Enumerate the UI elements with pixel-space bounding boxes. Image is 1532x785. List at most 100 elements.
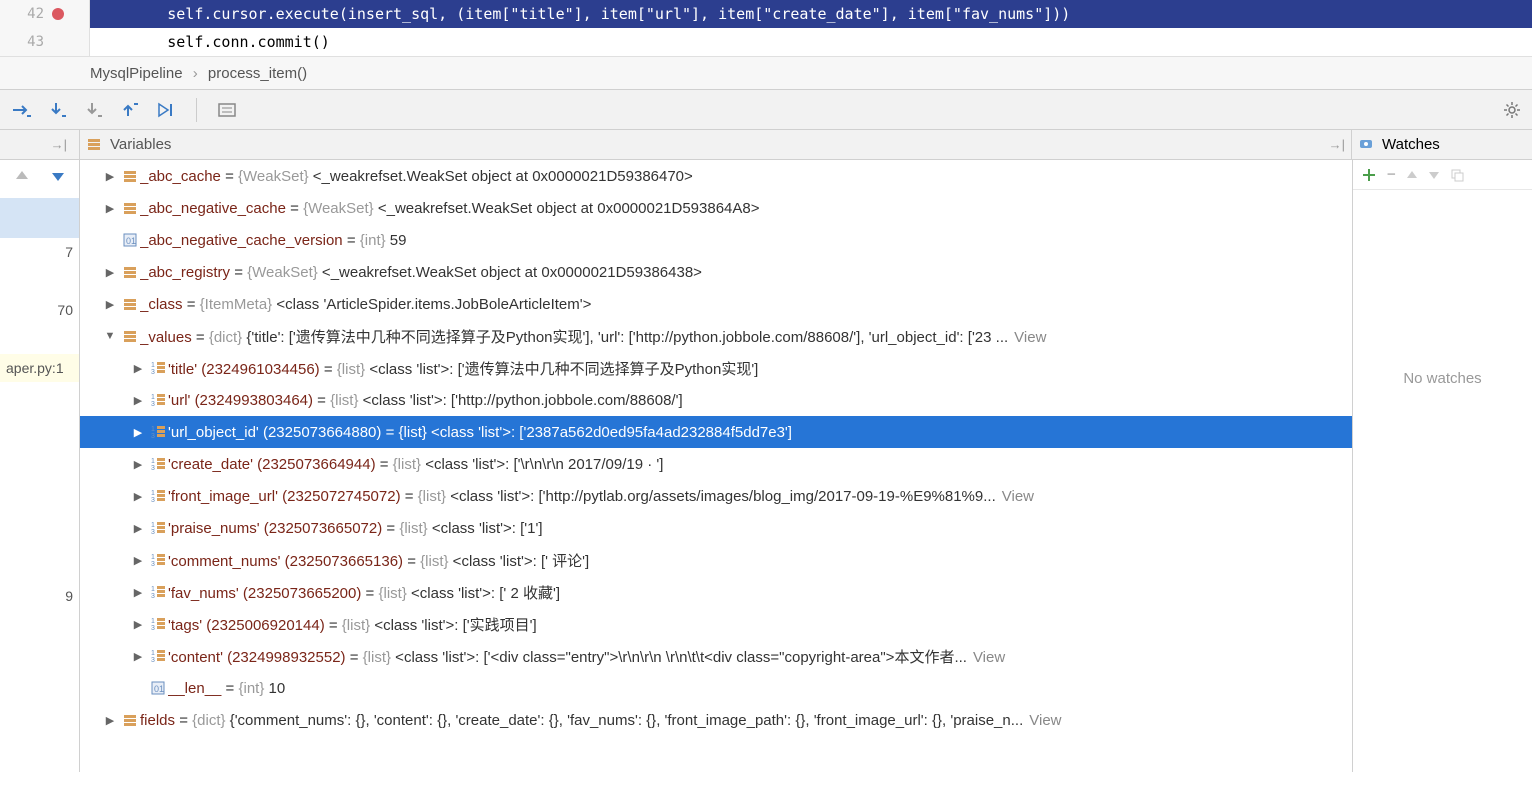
variable-eq: = [183, 296, 200, 313]
view-link[interactable]: View [973, 649, 1005, 666]
variable-value: <class 'list'>: ['\r\n\r\n 2017/09/19 · … [421, 456, 663, 473]
variable-row[interactable]: ▶_class = {ItemMeta} <class 'ArticleSpid… [80, 288, 1352, 320]
frame-item[interactable] [0, 198, 79, 238]
variable-type: {int} [239, 680, 265, 697]
expand-arrow-icon[interactable]: ▶ [100, 298, 120, 311]
variable-row[interactable]: ▶13'fav_nums' (2325073665200) = {list} <… [80, 576, 1352, 608]
expand-arrow-icon[interactable]: ▶ [100, 202, 120, 215]
copy-watch-icon[interactable] [1450, 168, 1464, 182]
variable-value: <class 'ArticleSpider.items.JobBoleArtic… [272, 296, 591, 313]
variable-eq: = [221, 680, 238, 697]
variable-row[interactable]: ▶13'tags' (2325006920144) = {list} <clas… [80, 608, 1352, 640]
frames-header-stub: →| [0, 130, 80, 159]
variable-row[interactable]: ▶_abc_cache = {WeakSet} <_weakrefset.Wea… [80, 160, 1352, 192]
expand-arrow-icon[interactable]: ▶ [128, 554, 148, 567]
expand-arrow-icon[interactable]: ▶ [100, 266, 120, 279]
variable-row[interactable]: 01__len__ = {int} 10 [80, 672, 1352, 704]
variables-icon [86, 136, 104, 154]
expand-arrow-icon[interactable]: ▶ [128, 362, 148, 375]
evaluate-expression-icon[interactable] [215, 98, 239, 122]
frame-item[interactable] [0, 324, 79, 354]
svg-text:1: 1 [151, 426, 155, 433]
expand-arrow-icon[interactable]: ▶ [128, 490, 148, 503]
variable-row[interactable]: ▶13'create_date' (2325073664944) = {list… [80, 448, 1352, 480]
variable-name: _abc_cache [140, 168, 221, 185]
frame-up-icon[interactable] [14, 168, 30, 184]
variable-name: _values [140, 329, 192, 346]
run-to-cursor-icon[interactable] [154, 98, 178, 122]
expand-arrow-icon[interactable]: ▶ [128, 618, 148, 631]
variable-value: <class 'list'>: [' 评论'] [449, 553, 590, 570]
svg-text:3: 3 [151, 593, 155, 600]
watch-up-icon[interactable] [1406, 169, 1418, 181]
watches-panel-header[interactable]: Watches [1352, 130, 1532, 159]
breadcrumb[interactable]: MysqlPipeline › process_item() [0, 56, 1532, 90]
variable-type: {ItemMeta} [200, 296, 273, 313]
frame-item[interactable] [0, 266, 79, 296]
code-line-current[interactable]: self.cursor.execute(insert_sql, (item["t… [0, 0, 1532, 28]
variable-eq: = [401, 488, 418, 505]
variable-row[interactable]: ▶13'url_object_id' (2325073664880) = {li… [80, 416, 1352, 448]
variable-row[interactable]: ▶13'content' (2324998932552) = {list} <c… [80, 640, 1352, 672]
frame-item[interactable] [0, 382, 79, 582]
frame-item[interactable]: aper.py:1 [0, 354, 79, 382]
variable-row[interactable]: 01_abc_negative_cache_version = {int} 59 [80, 224, 1352, 256]
frame-item[interactable]: 7 [0, 238, 79, 266]
frame-item[interactable]: 70 [0, 296, 79, 324]
expand-arrow-icon[interactable]: ▼ [100, 330, 120, 342]
code-line[interactable]: self.conn.commit() [0, 28, 1532, 56]
variable-value: 10 [264, 680, 285, 697]
variable-value: <class 'list'>: ['<div class="entry">\r\… [391, 649, 967, 666]
breakpoint-icon[interactable] [52, 8, 64, 20]
variables-panel-header[interactable]: Variables →| [80, 130, 1352, 159]
var-type-icon: 13 [148, 488, 168, 504]
debug-toolbar [0, 90, 1532, 130]
pin-icon[interactable]: →| [1329, 137, 1345, 152]
svg-text:1: 1 [151, 394, 155, 401]
variable-row[interactable]: ▶13'front_image_url' (2325072745072) = {… [80, 480, 1352, 512]
variable-row[interactable]: ▶13'praise_nums' (2325073665072) = {list… [80, 512, 1352, 544]
variable-row[interactable]: ▶_abc_registry = {WeakSet} <_weakrefset.… [80, 256, 1352, 288]
settings-icon[interactable] [1500, 98, 1524, 122]
step-out-icon[interactable] [118, 98, 142, 122]
expand-arrow-icon[interactable]: ▶ [128, 394, 148, 407]
step-into-my-icon[interactable] [82, 98, 106, 122]
frame-item[interactable]: 9 [0, 582, 79, 610]
variable-eq: = [230, 264, 247, 281]
variable-row[interactable]: ▼_values = {dict} {'title': ['遗传算法中几种不同选… [80, 320, 1352, 352]
view-link[interactable]: View [1014, 329, 1046, 346]
view-link[interactable]: View [1002, 488, 1034, 505]
step-over-icon[interactable] [10, 98, 34, 122]
step-into-icon[interactable] [46, 98, 70, 122]
view-link[interactable]: View [1029, 712, 1061, 729]
var-type-icon: 13 [148, 552, 168, 568]
variable-type: {list} [418, 488, 446, 505]
variable-row[interactable]: ▶13'title' (2324961034456) = {list} <cla… [80, 352, 1352, 384]
variable-eq: = [320, 361, 337, 378]
expand-arrow-icon[interactable]: ▶ [100, 714, 120, 727]
remove-watch-icon[interactable]: − [1387, 166, 1396, 183]
variable-row[interactable]: ▶fields = {dict} {'comment_nums': {}, 'c… [80, 704, 1352, 736]
expand-arrow-icon[interactable]: ▶ [128, 426, 148, 439]
watch-down-icon[interactable] [1428, 169, 1440, 181]
variable-row[interactable]: ▶13'url' (2324993803464) = {list} <class… [80, 384, 1352, 416]
svg-text:3: 3 [151, 625, 155, 632]
variable-eq: = [221, 168, 238, 185]
var-type-icon [120, 264, 140, 280]
expand-arrow-icon[interactable]: ▶ [128, 650, 148, 663]
frame-down-icon[interactable] [50, 168, 66, 184]
variable-type: {list} [399, 520, 427, 537]
expand-arrow-icon[interactable]: ▶ [128, 458, 148, 471]
variables-panel[interactable]: ▶_abc_cache = {WeakSet} <_weakrefset.Wea… [80, 160, 1352, 772]
expand-arrow-icon[interactable]: ▶ [128, 522, 148, 535]
variable-row[interactable]: ▶_abc_negative_cache = {WeakSet} <_weakr… [80, 192, 1352, 224]
expand-arrow-icon[interactable]: ▶ [128, 586, 148, 599]
expand-arrow-icon[interactable]: ▶ [100, 170, 120, 183]
pin-icon[interactable]: →| [51, 137, 67, 152]
variable-type: {list} [393, 456, 421, 473]
variable-type: {int} [360, 232, 386, 249]
add-watch-icon[interactable] [1361, 167, 1377, 183]
breadcrumb-method[interactable]: process_item() [208, 65, 307, 82]
variable-row[interactable]: ▶13'comment_nums' (2325073665136) = {lis… [80, 544, 1352, 576]
breadcrumb-class[interactable]: MysqlPipeline [90, 65, 183, 82]
